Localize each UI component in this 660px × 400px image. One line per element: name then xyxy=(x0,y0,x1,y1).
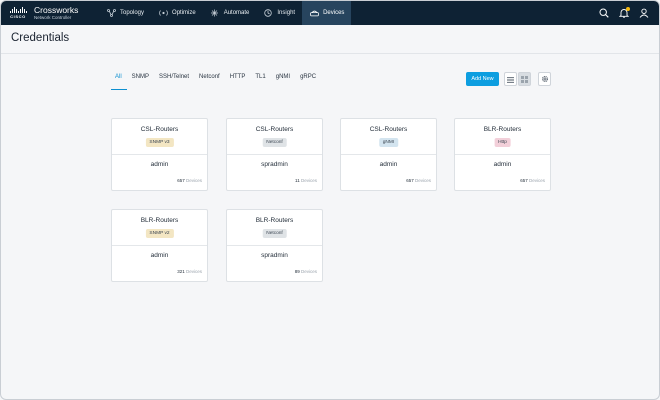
nav-item-label: Automate xyxy=(223,10,250,16)
nav-item-devices[interactable]: Devices xyxy=(302,1,352,25)
cisco-logo: CISCO xyxy=(8,7,28,19)
brand-title: Crossworks xyxy=(34,5,79,15)
device-count-unit: Devices xyxy=(528,178,545,183)
list-view-icon xyxy=(507,70,514,88)
card-divider xyxy=(455,154,550,155)
tab-http[interactable]: HTTP xyxy=(225,74,251,90)
topology-icon xyxy=(106,9,116,17)
card-profile-name: BLR-Routers xyxy=(255,217,294,224)
list-view-button[interactable] xyxy=(504,72,517,86)
device-count: 89 Devices xyxy=(295,269,317,274)
device-count-unit: Devices xyxy=(185,269,202,274)
brand-subtitle: Network Controller xyxy=(34,14,72,20)
tab-all[interactable]: All xyxy=(111,74,127,90)
devices-icon xyxy=(309,9,319,17)
grid-view-button[interactable] xyxy=(518,72,531,86)
settings-button[interactable] xyxy=(538,72,551,86)
protocol-badge: Netconf xyxy=(262,229,287,238)
device-count-value: 89 xyxy=(294,269,300,274)
nav-item-optimize[interactable]: Optimize xyxy=(151,1,203,25)
grid-view-icon xyxy=(521,70,528,88)
device-count: 657 Devices xyxy=(520,178,545,183)
card-profile-name: CSL-Routers xyxy=(369,126,408,133)
card-profile-name: CSL-Routers xyxy=(140,126,179,133)
user-icon[interactable] xyxy=(639,8,649,18)
card-username: admin xyxy=(493,161,512,168)
card-username: spradmin xyxy=(261,161,288,168)
credential-card[interactable]: CSL-Routers SNMP v3 admin 657 Devices xyxy=(111,118,208,191)
bell-icon[interactable] xyxy=(619,7,630,18)
card-divider xyxy=(227,245,322,246)
credential-card[interactable]: BLR-Routers Netconf spradmin 89 Devices xyxy=(226,209,323,282)
nav-item-automate[interactable]: Automate xyxy=(203,1,257,25)
tab-grpc[interactable]: gRPC xyxy=(295,74,321,90)
device-count-value: 11 xyxy=(295,178,300,183)
device-count: 657 Devices xyxy=(406,178,431,183)
add-new-button[interactable]: Add New xyxy=(466,72,499,86)
card-username: admin xyxy=(379,161,398,168)
card-profile-name: BLR-Routers xyxy=(483,126,522,133)
credential-card[interactable]: BLR-Routers Http admin 657 Devices xyxy=(454,118,551,191)
brand[interactable]: CISCO Crossworks Network Controller xyxy=(1,1,99,25)
device-count-unit: Devices xyxy=(185,178,202,183)
tab-snmp[interactable]: SNMP xyxy=(127,74,154,90)
top-nav: CISCO Crossworks Network Controller Topo… xyxy=(1,1,659,25)
protocol-badge: SNMP v2 xyxy=(145,229,174,238)
nav-item-label: Insight xyxy=(277,10,296,16)
tab-gnmi[interactable]: gNMI xyxy=(271,74,295,90)
card-username: admin xyxy=(150,252,169,259)
settings-icon xyxy=(541,70,549,88)
nav-item-label: Devices xyxy=(323,10,345,16)
page-header: Credentials xyxy=(1,25,659,54)
device-count-unit: Devices xyxy=(414,178,431,183)
tab-ssh-telnet[interactable]: SSH/Telnet xyxy=(154,74,194,90)
device-count-unit: Devices xyxy=(300,178,317,183)
page-title: Credentials xyxy=(11,32,70,44)
nav-item-insight[interactable]: Insight xyxy=(256,1,302,25)
nav-item-label: Optimize xyxy=(172,10,196,16)
card-profile-name: CSL-Routers xyxy=(255,126,294,133)
device-count-value: 657 xyxy=(177,178,185,183)
card-username: spradmin xyxy=(261,252,288,259)
device-count: 11 Devices xyxy=(295,178,317,183)
card-divider xyxy=(112,245,207,246)
protocol-badge: Netconf xyxy=(262,138,287,147)
app-window: CISCO Crossworks Network Controller Topo… xyxy=(0,0,660,400)
search-icon[interactable] xyxy=(599,8,609,18)
credential-card[interactable]: CSL-Routers Netconf spradmin 11 Devices xyxy=(226,118,323,191)
nav-item-topology[interactable]: Topology xyxy=(99,1,151,25)
tab-netconf[interactable]: Netconf xyxy=(194,74,225,90)
card-divider xyxy=(341,154,436,155)
device-count-unit: Devices xyxy=(300,269,317,274)
notification-dot xyxy=(626,7,630,11)
card-profile-name: BLR-Routers xyxy=(140,217,179,224)
cisco-wordmark: CISCO xyxy=(10,14,26,19)
device-count-value: 657 xyxy=(520,178,528,183)
tab-tl1[interactable]: TL1 xyxy=(250,74,270,90)
device-count: 657 Devices xyxy=(177,178,202,183)
credential-card[interactable]: CSL-Routers gNMI admin 657 Devices xyxy=(340,118,437,191)
device-count-value: 321 xyxy=(177,269,185,274)
device-count: 321 Devices xyxy=(177,269,202,274)
card-divider xyxy=(227,154,322,155)
protocol-tabs: All SNMP SSH/Telnet Netconf HTTP TL1 gNM… xyxy=(111,74,321,90)
protocol-badge: SNMP v3 xyxy=(145,138,174,147)
protocol-badge: gNMI xyxy=(378,138,399,147)
card-divider xyxy=(112,154,207,155)
nav-item-label: Topology xyxy=(120,10,145,16)
insight-icon xyxy=(263,9,273,17)
cisco-bars-icon xyxy=(9,7,27,13)
device-count-value: 657 xyxy=(406,178,414,183)
automate-icon xyxy=(210,9,220,17)
card-username: admin xyxy=(150,161,169,168)
optimize-icon xyxy=(158,9,168,17)
protocol-badge: Http xyxy=(494,138,511,147)
credential-card[interactable]: BLR-Routers SNMP v2 admin 321 Devices xyxy=(111,209,208,282)
